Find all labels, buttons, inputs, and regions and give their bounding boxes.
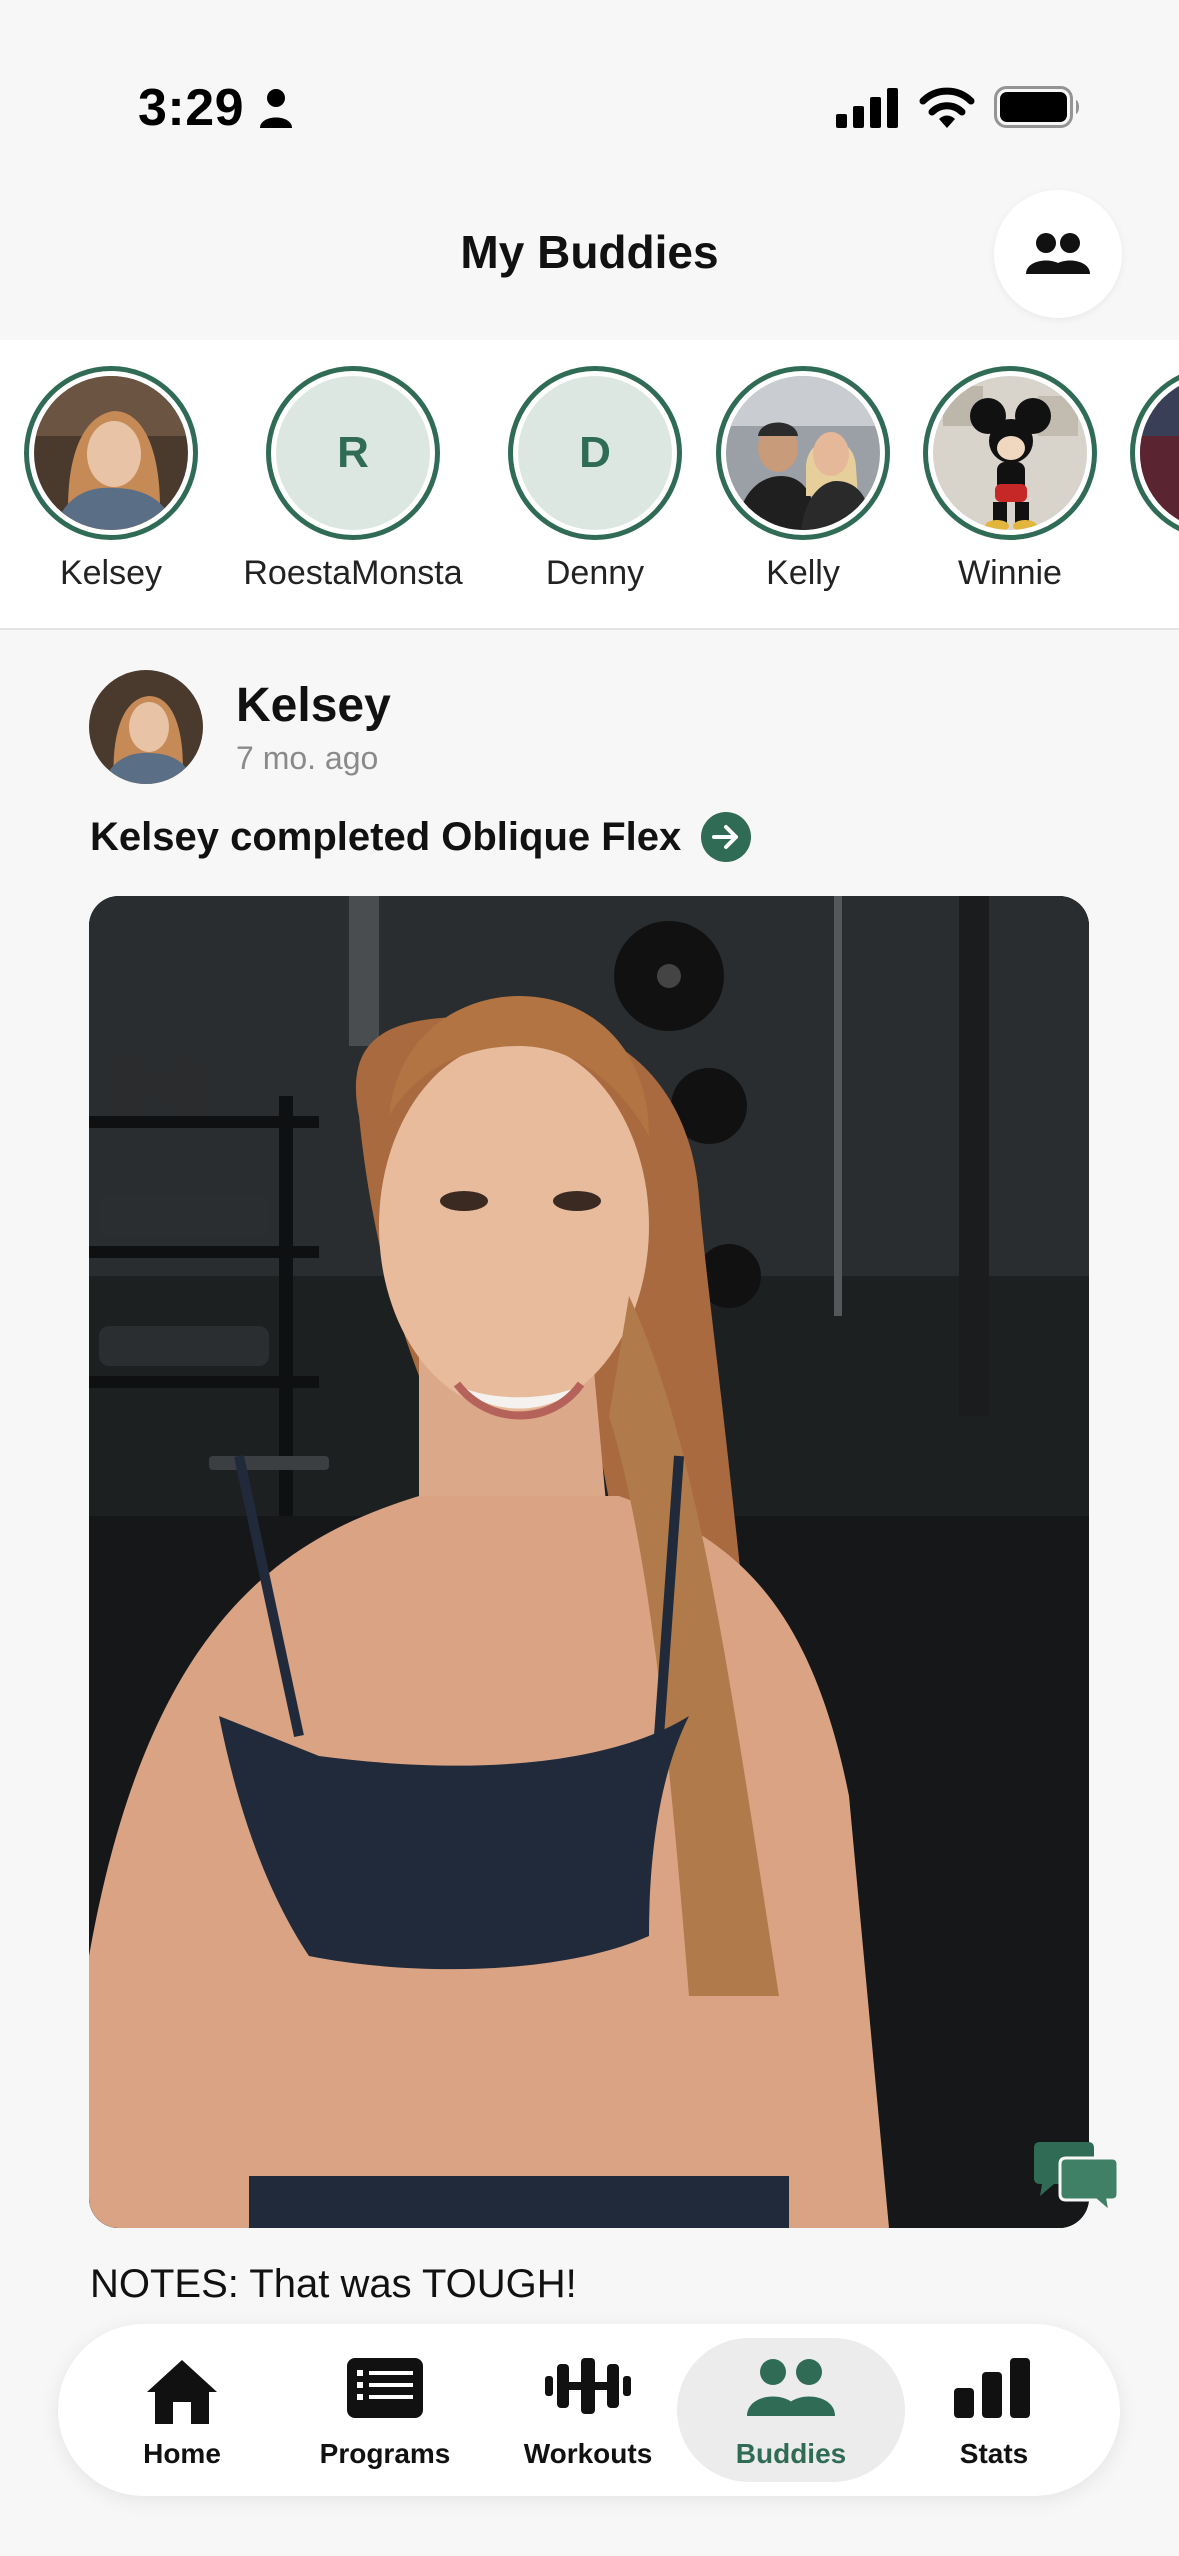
avatar-initial: D	[518, 376, 672, 530]
buddy-name: D	[1107, 554, 1179, 593]
buddy-name: RoestaMonsta	[243, 554, 463, 592]
bottom-nav: Home Programs Workouts Buddies Stats	[58, 2324, 1120, 2496]
avatar-initial: R	[276, 376, 430, 530]
post-activity[interactable]: Kelsey completed Oblique Flex	[90, 812, 752, 862]
avatar	[923, 366, 1097, 540]
buddy-kelly[interactable]: Kelly	[693, 366, 913, 593]
buddy-roestamonsta[interactable]: R RoestaMonsta	[243, 366, 463, 593]
post-activity-text: Kelsey completed Oblique Flex	[90, 814, 682, 859]
avatar	[24, 366, 198, 540]
post-author-avatar[interactable]	[89, 670, 203, 784]
arrow-right-icon[interactable]	[701, 812, 752, 862]
header: My Buddies	[0, 180, 1179, 340]
buddies-strip[interactable]: Kelsey R RoestaMonsta D Denny Kelly Winn…	[0, 340, 1179, 630]
nav-workouts[interactable]: Workouts	[488, 2324, 688, 2496]
buddy-name: Kelly	[766, 554, 840, 592]
nav-label: Workouts	[523, 2438, 653, 2469]
wifi-icon	[919, 87, 975, 128]
nav-label: Programs	[319, 2438, 451, 2469]
post-notes: NOTES: That was TOUGH!	[90, 2262, 577, 2306]
avatar: D	[508, 366, 682, 540]
signal-icon	[836, 88, 898, 128]
dumbbell-icon	[545, 2358, 631, 2414]
post-timestamp: 7 mo. ago	[236, 740, 379, 776]
avatar	[716, 366, 890, 540]
buddies-group-button[interactable]	[994, 190, 1122, 318]
nav-stats[interactable]: Stats	[894, 2324, 1094, 2496]
buddies-icon	[747, 2359, 835, 2416]
buddy-winnie[interactable]: Winnie	[900, 366, 1120, 593]
nav-label: Stats	[959, 2438, 1029, 2469]
avatar: R	[266, 366, 440, 540]
stats-icon	[954, 2358, 1030, 2418]
comments-icon[interactable]	[1030, 2142, 1120, 2218]
nav-label: Buddies	[735, 2438, 847, 2469]
buddy-name: Kelsey	[59, 554, 163, 592]
post-author-name[interactable]: Kelsey	[236, 678, 391, 733]
buddy-denny[interactable]: D Denny	[485, 366, 705, 593]
status-bar: 3:29	[0, 0, 1179, 180]
nav-programs[interactable]: Programs	[285, 2324, 485, 2496]
avatar	[1130, 366, 1179, 540]
programs-icon	[347, 2358, 423, 2418]
nav-buddies[interactable]: Buddies	[677, 2324, 905, 2496]
buddy-name: Denny	[545, 554, 645, 592]
feed: Kelsey 7 mo. ago Kelsey completed Obliqu…	[0, 632, 1179, 2556]
buddy-d[interactable]: D	[1107, 366, 1179, 593]
status-time: 3:29	[138, 79, 245, 137]
nav-label: Home	[143, 2438, 221, 2469]
battery-icon	[994, 86, 1079, 128]
buddy-name: Winnie	[958, 554, 1062, 592]
buddy-kelsey[interactable]: Kelsey	[1, 366, 221, 593]
buddies-group-icon	[1026, 233, 1090, 274]
post-photo[interactable]	[89, 896, 1089, 2228]
home-icon	[147, 2360, 217, 2424]
nav-home[interactable]: Home	[82, 2324, 282, 2496]
person-icon	[260, 89, 292, 128]
